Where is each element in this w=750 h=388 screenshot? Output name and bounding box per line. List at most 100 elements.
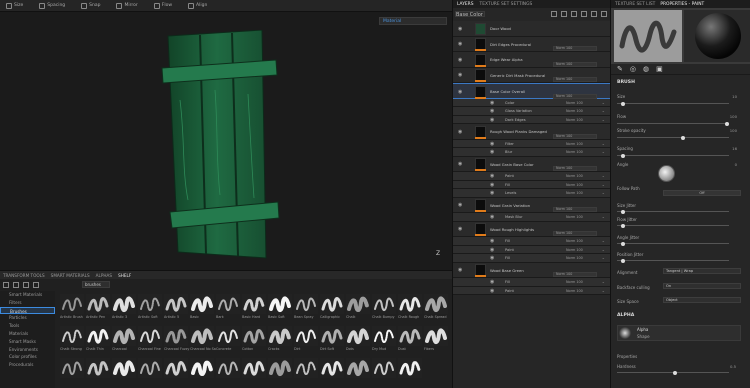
jitter-slider[interactable] <box>617 209 729 214</box>
toolbar-item-snap[interactable]: Snap <box>81 2 100 9</box>
chevron-down-icon[interactable]: ⌄ <box>602 108 605 113</box>
brush-thumbnail[interactable] <box>320 326 344 346</box>
brush-thumbnail[interactable] <box>424 326 448 346</box>
brush-thumbnail[interactable] <box>398 294 422 314</box>
layer-row[interactable]: ◉ Door Wood <box>453 21 611 37</box>
visibility-eye-icon[interactable]: ◉ <box>458 41 462 47</box>
slider-knob[interactable] <box>621 209 625 214</box>
brush-thumbnail[interactable] <box>190 358 214 378</box>
brush-thumbnail[interactable] <box>372 326 396 346</box>
chevron-down-icon[interactable]: ⌄ <box>602 141 605 146</box>
visibility-eye-icon[interactable]: ◉ <box>490 279 494 285</box>
brush-thumbnail[interactable] <box>164 358 188 378</box>
toolbar-item-flow[interactable]: Flow <box>153 2 172 9</box>
shelf-category-item[interactable]: Procedurals <box>0 361 55 369</box>
list-icon[interactable] <box>33 282 39 288</box>
layer-row[interactable]: ◉ Dirt Edges Procedural Norm 100 <box>453 36 611 52</box>
visibility-eye-icon[interactable]: ◉ <box>458 129 462 135</box>
brush-thumbnail[interactable] <box>86 326 110 346</box>
tab-alphas[interactable]: ALPHAS <box>96 273 112 278</box>
layer-effect-row[interactable]: ◉ Levels Norm 100 ⌄ <box>453 189 611 198</box>
brush-thumbnail[interactable] <box>60 326 84 346</box>
visibility-eye-icon[interactable]: ◉ <box>490 182 494 188</box>
tab-smart-materials[interactable]: SMART MATERIALS <box>51 273 90 278</box>
layer-row[interactable]: ◉ Edge Wear Alpha Norm 100 <box>453 52 611 68</box>
tab-transform-tools[interactable]: TRANSFORM TOOLS <box>3 273 45 278</box>
visibility-eye-icon[interactable]: ◉ <box>458 202 462 208</box>
visibility-eye-icon[interactable]: ◉ <box>458 26 462 32</box>
layer-blend-opacity[interactable]: Norm 100 <box>553 272 597 278</box>
shelf-category-item[interactable]: Brushes <box>0 306 55 315</box>
chevron-down-icon[interactable]: ⌄ <box>602 182 605 187</box>
visibility-eye-icon[interactable]: ◉ <box>458 89 462 95</box>
brush-thumbnail[interactable] <box>216 358 240 378</box>
add-mask-icon[interactable] <box>581 11 587 17</box>
visibility-eye-icon[interactable]: ◉ <box>458 161 462 167</box>
brush-thumbnail[interactable] <box>242 326 266 346</box>
toolbar-item-spacing[interactable]: Spacing <box>39 2 65 9</box>
visibility-eye-icon[interactable]: ◉ <box>490 149 494 155</box>
brush-thumbnail[interactable] <box>398 326 422 346</box>
chevron-down-icon[interactable]: ⌄ <box>602 149 605 154</box>
layer-row[interactable]: ◉ Wood Base Green Norm 100 <box>453 262 611 278</box>
chevron-down-icon[interactable]: ⌄ <box>602 255 605 260</box>
shelf-category-item[interactable]: Color profiles <box>0 353 55 361</box>
add-effect-icon[interactable] <box>591 11 597 17</box>
brush-thumbnail[interactable] <box>320 294 344 314</box>
layer-effect-row[interactable]: ◉ Paint Norm 100 ⌄ <box>453 286 611 295</box>
hardness-slider[interactable] <box>617 370 729 375</box>
layer-effect-row[interactable]: ◉ Mask Blur Norm 100 ⌄ <box>453 213 611 222</box>
layer-row[interactable]: ◉ Wood Rough Highlights Norm 100 <box>453 221 611 237</box>
hardness-knob[interactable] <box>673 370 677 375</box>
visibility-eye-icon[interactable]: ◉ <box>490 255 494 261</box>
visibility-eye-icon[interactable]: ◉ <box>458 226 462 232</box>
visibility-eye-icon[interactable]: ◉ <box>490 141 494 147</box>
layer-blend-opacity[interactable]: Norm 100 <box>553 77 597 83</box>
jitter-slider[interactable] <box>617 241 729 246</box>
slider-knob[interactable] <box>621 223 625 228</box>
layer-effect-row[interactable]: ◉ Filter Norm 100 ⌄ <box>453 139 611 148</box>
visibility-eye-icon[interactable]: ◉ <box>458 57 462 63</box>
shelf-category-item[interactable]: Filters <box>0 299 55 307</box>
brush-thumbnail[interactable] <box>112 358 136 378</box>
layer-row[interactable]: ◉ Wood Grain Variation Norm 100 <box>453 197 611 213</box>
brush-thumbnail[interactable] <box>242 358 266 378</box>
layer-blend-opacity[interactable]: Norm 100 <box>553 46 597 52</box>
layer-effect-row[interactable]: ◉ Dark Edges Norm 100 ⌄ <box>453 115 611 124</box>
visibility-eye-icon[interactable]: ◉ <box>458 72 462 78</box>
import-icon[interactable] <box>13 282 19 288</box>
shelf-search-input[interactable]: brushes <box>82 281 110 288</box>
brush-thumbnail[interactable] <box>372 294 396 314</box>
brush-thumbnail[interactable] <box>346 358 370 378</box>
brush-thumbnail[interactable] <box>242 294 266 314</box>
brush-thumbnail[interactable] <box>294 294 318 314</box>
chevron-down-icon[interactable]: ⌄ <box>602 117 605 122</box>
brush-thumbnail[interactable] <box>138 326 162 346</box>
toolbar-item-align[interactable]: Align <box>188 2 207 9</box>
brush-thumbnail[interactable] <box>268 358 292 378</box>
alpha-properties-toggle[interactable]: Properties <box>617 354 637 359</box>
visibility-eye-icon[interactable]: ◉ <box>490 238 494 244</box>
visibility-eye-icon[interactable]: ◉ <box>490 190 494 196</box>
chevron-down-icon[interactable]: ⌄ <box>602 288 605 293</box>
slider-knob[interactable] <box>621 258 625 263</box>
brush-thumbnail[interactable] <box>138 358 162 378</box>
brush-thumbnail[interactable] <box>294 358 318 378</box>
layer-effect-row[interactable]: ◉ Gloss Variation Norm 100 ⌄ <box>453 107 611 116</box>
brush-thumbnail[interactable] <box>346 294 370 314</box>
layer-row[interactable]: ◉ Rough Wood Planks Damaged Norm 100 <box>453 124 611 140</box>
chevron-down-icon[interactable]: ⌄ <box>602 247 605 252</box>
folder-icon[interactable] <box>3 282 9 288</box>
3d-viewport[interactable]: Material Z <box>0 12 452 270</box>
visibility-eye-icon[interactable]: ◉ <box>490 100 494 106</box>
brush-thumbnail[interactable] <box>86 294 110 314</box>
chevron-down-icon[interactable]: ⌄ <box>602 279 605 284</box>
layer-effect-row[interactable]: ◉ Fill Norm 100 ⌄ <box>453 254 611 263</box>
add-folder-icon[interactable] <box>571 11 577 17</box>
chevron-down-icon[interactable]: ⌄ <box>602 100 605 105</box>
brush-thumbnail[interactable] <box>398 358 422 378</box>
brush-thumbnail[interactable] <box>138 294 162 314</box>
brush-thumbnail[interactable] <box>164 294 188 314</box>
brush-thumbnail[interactable] <box>60 358 84 378</box>
brush-thumbnail[interactable] <box>86 358 110 378</box>
